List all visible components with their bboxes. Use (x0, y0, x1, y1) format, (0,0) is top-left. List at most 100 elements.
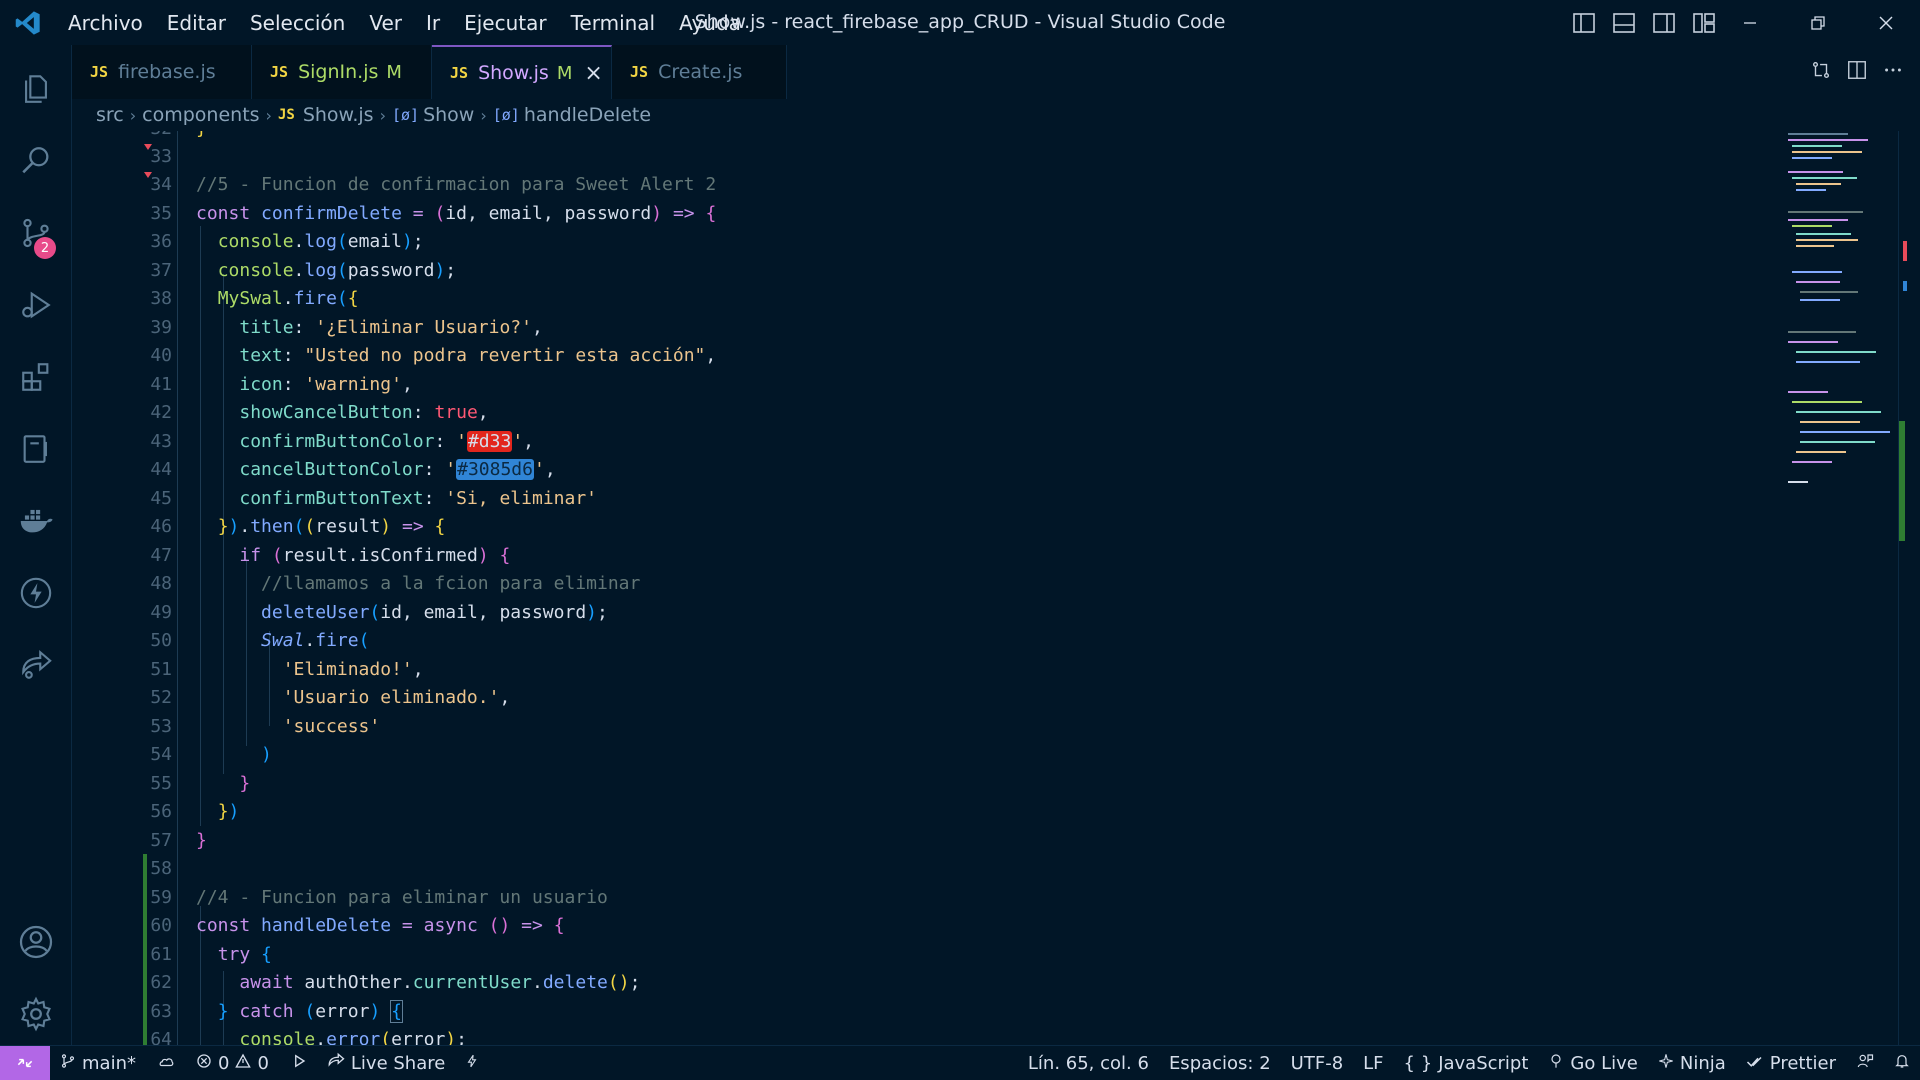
debug-icon (289, 1052, 307, 1075)
code-line: 55 } (150, 772, 251, 794)
sync-button[interactable] (146, 1046, 186, 1080)
feedback-button[interactable] (1846, 1046, 1884, 1080)
menu-ejecutar[interactable]: Ejecutar (452, 0, 559, 45)
code-line: 33 (72, 142, 1778, 171)
code-line: 41 icon: 'warning', (150, 373, 413, 395)
code-editor[interactable]: 32} 33 34//5 - Funcion de confirmacion p… (72, 131, 1778, 1045)
branch-status[interactable]: main* (50, 1046, 146, 1080)
breadcrumb-file[interactable]: Show.js (303, 104, 374, 126)
close-window-button[interactable] (1852, 0, 1920, 45)
cursor-position[interactable]: Lín. 65, col. 6 (1018, 1046, 1159, 1080)
code-line: 52 'Usuario eliminado.', (150, 686, 511, 708)
menu-editar[interactable]: Editar (155, 0, 238, 45)
braces-icon: { } (1403, 1053, 1433, 1074)
code-line: 57} (150, 829, 207, 851)
breadcrumb: src › components › JS Show.js › [ø] Show… (72, 99, 1772, 131)
code-line: 36 console.log(email); (150, 230, 424, 252)
settings-gear-icon[interactable] (0, 978, 72, 1050)
editor-tab-bar: JS firebase.js JS SignIn.js M JS Show.js… (72, 45, 1920, 99)
code-line: 50 Swal.fire( (150, 629, 370, 651)
encoding[interactable]: UTF-8 (1281, 1046, 1353, 1080)
code-line: 53 'success' (150, 715, 381, 737)
code-line: 62 await authOther.currentUser.delete(); (72, 968, 1778, 997)
power-status[interactable] (455, 1046, 489, 1080)
more-actions-icon[interactable] (1882, 59, 1904, 85)
remote-explorer-icon[interactable] (0, 413, 72, 485)
thunder-client-icon[interactable] (0, 557, 72, 629)
tab-create-js[interactable]: JS Create.js (612, 45, 787, 99)
toggle-primary-sidebar-icon[interactable] (1568, 7, 1600, 39)
menu-ver[interactable]: Ver (357, 0, 414, 45)
end-of-line[interactable]: LF (1353, 1046, 1393, 1080)
breadcrumb-components[interactable]: components (142, 104, 259, 126)
restore-button[interactable] (1784, 0, 1852, 45)
modified-indicator: M (556, 62, 573, 84)
search-icon[interactable] (0, 125, 72, 197)
menu-ayuda[interactable]: Ayuda (667, 0, 753, 45)
code-line: 49 deleteUser(id, email, password); (150, 601, 608, 623)
extensions-icon[interactable] (0, 341, 72, 413)
symbol-variable-icon: [ø] (492, 106, 520, 124)
breadcrumb-symbol-show[interactable]: Show (423, 104, 474, 126)
code-line: 38 MySwal.fire({ (150, 287, 359, 309)
breadcrumb-src[interactable]: src (96, 104, 124, 126)
tab-firebase-js[interactable]: JS firebase.js (72, 45, 252, 99)
indentation[interactable]: Espacios: 2 (1159, 1046, 1281, 1080)
code-line: 35 const confirmDelete = (id, email, pass… (150, 202, 717, 224)
toggle-secondary-sidebar-icon[interactable] (1648, 7, 1680, 39)
js-file-icon: JS (90, 63, 109, 81)
lightning-icon (465, 1052, 479, 1075)
live-share-icon[interactable] (0, 629, 72, 701)
double-check-icon (1746, 1053, 1764, 1074)
chevron-right-icon: › (129, 105, 137, 125)
ninja-status[interactable]: Ninja (1648, 1046, 1736, 1080)
code-line: 56 }) (150, 800, 240, 822)
code-line: 43 confirmButtonColor: '#d33', (150, 430, 535, 452)
js-file-icon: JS (277, 107, 295, 123)
open-changes-icon[interactable] (1810, 59, 1832, 85)
bell-icon (1894, 1052, 1910, 1075)
remote-indicator-icon[interactable] (0, 1045, 50, 1080)
minimize-button[interactable] (1716, 0, 1784, 45)
source-control-icon[interactable]: 2 (0, 197, 72, 269)
menu-terminal[interactable]: Terminal (559, 0, 668, 45)
tab-show-js[interactable]: JS Show.js M × (432, 45, 612, 99)
code-line: 59//4 - Funcion para eliminar un usuario (72, 883, 1778, 912)
live-share-icon (327, 1052, 345, 1075)
vertical-scrollbar[interactable] (1898, 131, 1920, 1045)
docker-icon[interactable] (0, 485, 72, 557)
color-swatch-blue: #3085d6 (456, 458, 534, 480)
problems-status[interactable]: 0 0 (186, 1046, 279, 1080)
vscode-logo-icon (0, 0, 56, 45)
notifications-button[interactable] (1884, 1046, 1920, 1080)
toggle-panel-icon[interactable] (1608, 7, 1640, 39)
minimap[interactable] (1778, 131, 1898, 1045)
accounts-icon[interactable] (0, 906, 72, 978)
broadcast-icon (1548, 1052, 1564, 1075)
code-line: 39 title: '¿Eliminar Usuario?', (150, 316, 543, 338)
menu-bar: Archivo Editar Selección Ver Ir Ejecutar… (56, 0, 753, 45)
js-file-icon: JS (450, 64, 469, 82)
language-mode[interactable]: { } JavaScript (1394, 1046, 1539, 1080)
code-line: 46 }).then((result) => { (150, 515, 446, 537)
debug-status[interactable] (279, 1046, 317, 1080)
tab-signin-js[interactable]: JS SignIn.js M (252, 45, 432, 99)
close-tab-icon[interactable]: × (584, 61, 602, 86)
code-line: 54 ) (150, 743, 272, 765)
run-debug-icon[interactable] (0, 269, 72, 341)
title-bar: Archivo Editar Selección Ver Ir Ejecutar… (0, 0, 1920, 45)
error-icon (196, 1053, 212, 1074)
menu-seleccion[interactable]: Selección (238, 0, 357, 45)
go-live-button[interactable]: Go Live (1538, 1046, 1647, 1080)
color-swatch-red: #d33 (466, 430, 513, 452)
code-line: 63 } catch (error) { (72, 997, 1778, 1026)
split-editor-icon[interactable] (1846, 59, 1868, 85)
menu-archivo[interactable]: Archivo (56, 0, 155, 45)
live-share-status[interactable]: Live Share (317, 1046, 455, 1080)
js-file-icon: JS (630, 63, 649, 81)
code-line: 32} (72, 131, 1778, 143)
menu-ir[interactable]: Ir (414, 0, 452, 45)
explorer-icon[interactable] (0, 53, 72, 125)
prettier-status[interactable]: Prettier (1736, 1046, 1846, 1080)
breadcrumb-symbol-handledelete[interactable]: handleDelete (524, 104, 651, 126)
